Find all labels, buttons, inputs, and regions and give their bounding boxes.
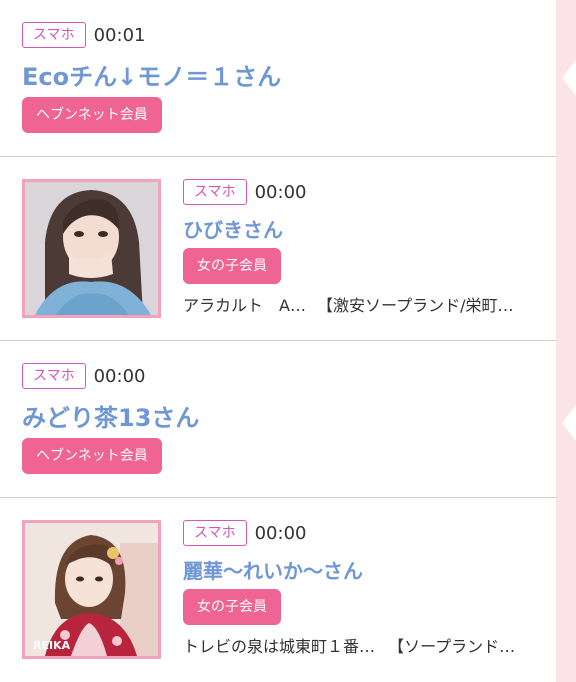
timestamp: 00:00 xyxy=(254,522,307,544)
photo-caption: REIKA xyxy=(33,639,71,652)
member-type-button[interactable]: 女の子会員 xyxy=(183,589,281,625)
list-item[interactable]: REIKA スマホ 00:00 麗華～れいか～さん 女の子会員 トレビの泉は城東… xyxy=(0,498,556,682)
badge-row: スマホ 00:01 xyxy=(22,22,145,48)
shop-area-text: アラカルト A… xyxy=(183,296,306,315)
member-type-button[interactable]: ヘブンネット会員 xyxy=(22,97,162,133)
right-side-rail xyxy=(556,0,576,682)
portrait-image xyxy=(25,182,158,315)
list-item[interactable]: スマホ 00:00 ひびきさん 女の子会員 アラカルト A… 【激安ソープランド… xyxy=(0,157,556,341)
profile-photo[interactable] xyxy=(22,179,161,318)
device-badge: スマホ xyxy=(22,22,86,48)
device-badge: スマホ xyxy=(183,179,247,205)
shop-name-text: 【激安ソープランド/栄町… xyxy=(317,296,514,315)
shop-area-text: トレビの泉は城東町１番… xyxy=(183,637,376,656)
list-item[interactable]: スマホ 00:01 Ecoチん↓モノ＝１さん ヘブンネット会員 xyxy=(0,0,556,157)
shop-description[interactable]: アラカルト A… 【激安ソープランド/栄町… xyxy=(183,292,548,316)
badge-row: スマホ 00:00 xyxy=(22,363,145,389)
timestamp: 00:01 xyxy=(93,24,146,46)
member-name-link[interactable]: 麗華～れいか～さん xyxy=(183,555,363,584)
portrait-image: REIKA xyxy=(25,523,158,656)
rail-arrow-marker xyxy=(562,405,576,441)
profile-photo[interactable]: REIKA xyxy=(22,520,161,659)
shop-description[interactable]: トレビの泉は城東町１番… 【ソープランド… xyxy=(183,633,548,657)
timestamp: 00:00 xyxy=(254,181,307,203)
device-badge: スマホ xyxy=(22,363,86,389)
device-badge: スマホ xyxy=(183,520,247,546)
member-name-link[interactable]: みどり茶13さん xyxy=(22,398,199,433)
badge-row: スマホ 00:00 xyxy=(183,179,306,205)
list-item[interactable]: スマホ 00:00 みどり茶13さん ヘブンネット会員 xyxy=(0,341,556,498)
shop-name-text: 【ソープランド… xyxy=(388,637,516,656)
activity-list: スマホ 00:01 Ecoチん↓モノ＝１さん ヘブンネット会員 スマホ 00:0… xyxy=(0,0,556,682)
rail-arrow-marker xyxy=(562,60,576,96)
member-type-button[interactable]: 女の子会員 xyxy=(183,248,281,284)
member-type-button[interactable]: ヘブンネット会員 xyxy=(22,438,162,474)
badge-row: スマホ 00:00 xyxy=(183,520,306,546)
timestamp: 00:00 xyxy=(93,365,146,387)
member-name-link[interactable]: Ecoチん↓モノ＝１さん xyxy=(22,57,281,92)
member-name-link[interactable]: ひびきさん xyxy=(183,214,283,243)
